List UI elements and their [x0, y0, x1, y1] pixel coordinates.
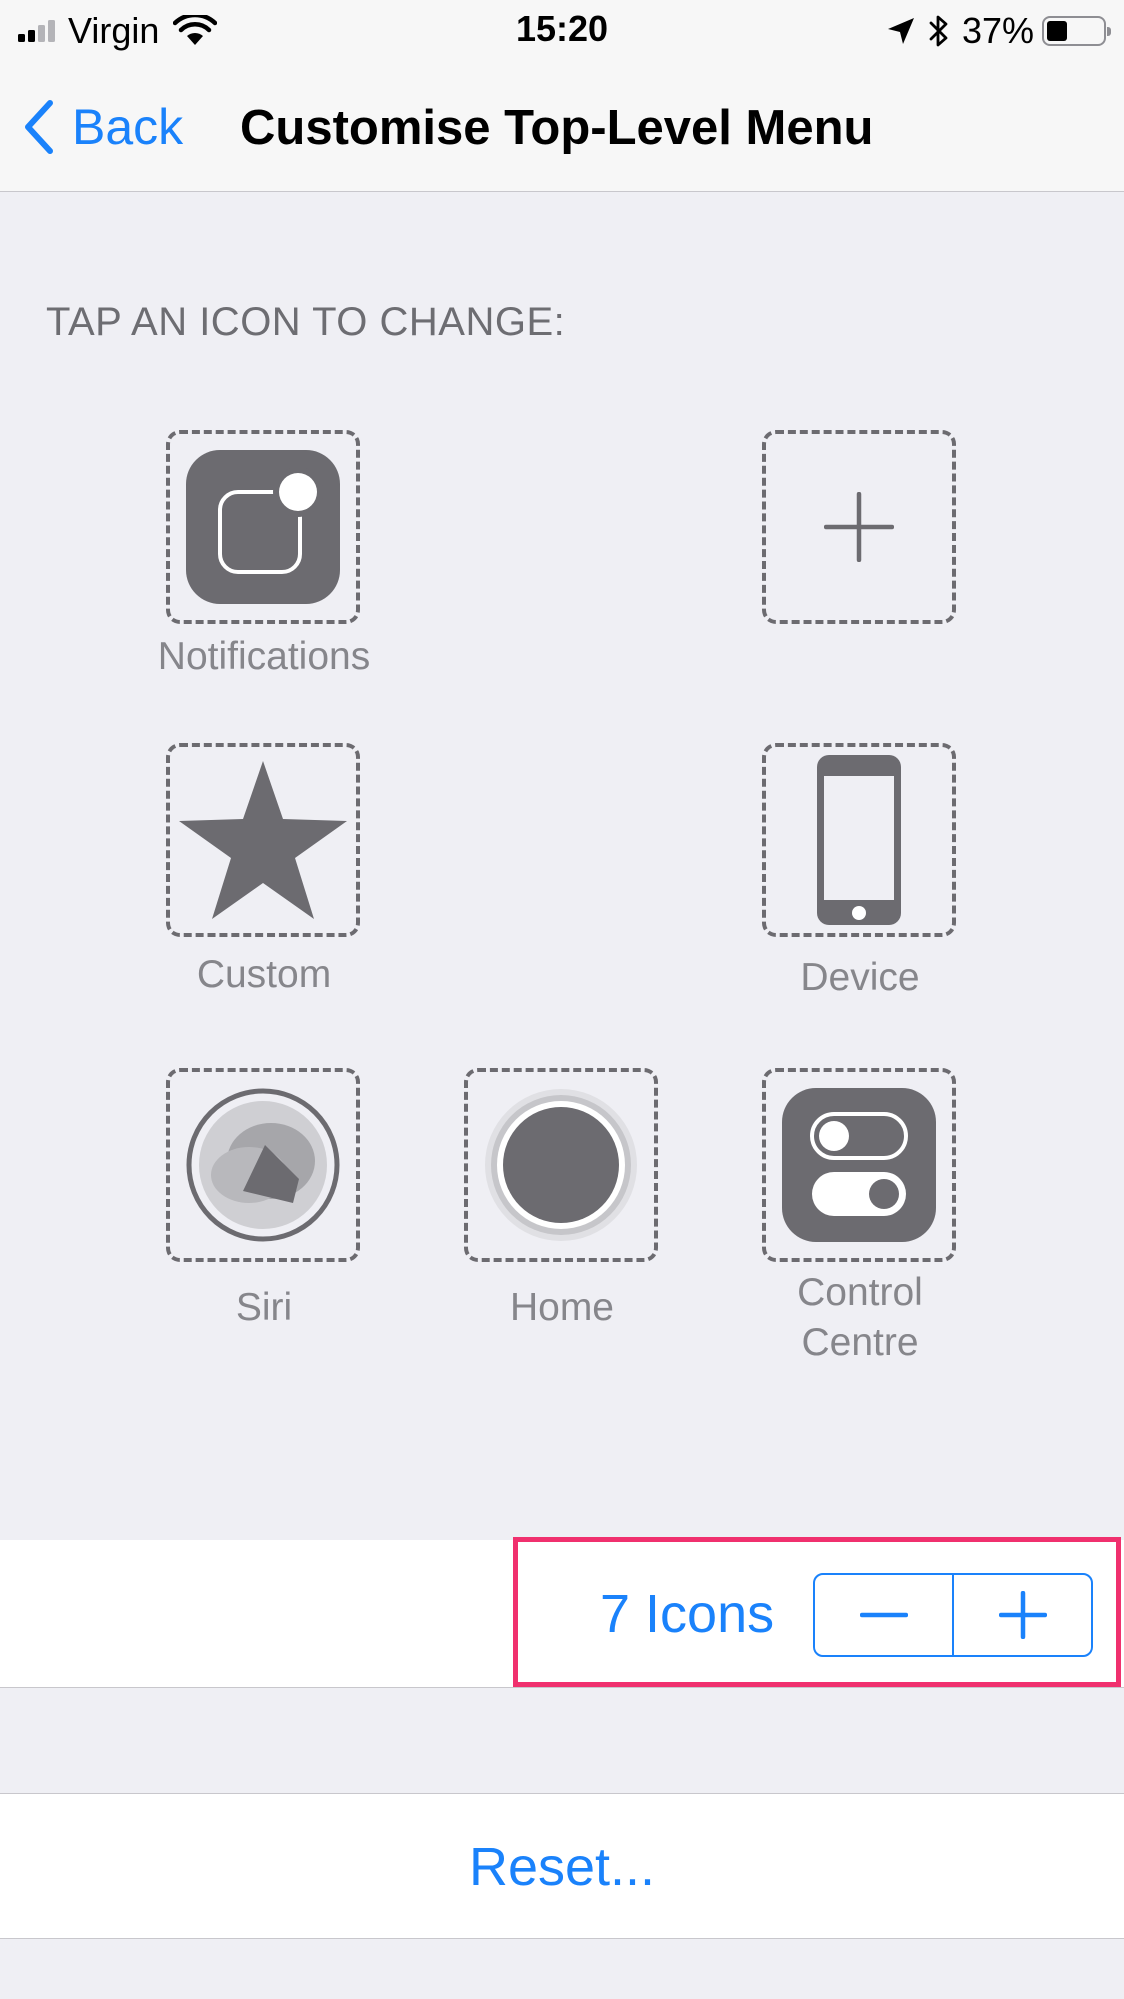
- chevron-left-icon: [25, 100, 53, 154]
- control-centre-icon: [782, 1088, 936, 1242]
- icon-count-stepper[interactable]: [813, 1573, 1093, 1657]
- icon-label-siri: Siri: [235, 1286, 293, 1329]
- increment-button[interactable]: [952, 1575, 1091, 1655]
- icon-label-control-centre-line2: Centre: [801, 1321, 919, 1364]
- back-button[interactable]: Back: [22, 98, 183, 156]
- reset-button[interactable]: Reset...: [0, 1793, 1124, 1939]
- icon-slot-device[interactable]: [762, 743, 956, 937]
- back-label: Back: [72, 99, 184, 155]
- icon-slot-control-centre[interactable]: [762, 1068, 956, 1262]
- icon-label-home: Home: [509, 1286, 615, 1329]
- siri-icon: [186, 1088, 340, 1242]
- battery-icon: [1042, 16, 1111, 46]
- icon-label-notifications: Notifications: [157, 635, 371, 678]
- decrement-button[interactable]: [815, 1575, 952, 1655]
- icon-slot-notifications[interactable]: [166, 430, 360, 624]
- status-right: 37%: [886, 10, 1111, 52]
- battery-level-fill: [1047, 21, 1067, 41]
- page-title: Customise Top-Level Menu: [240, 101, 874, 155]
- icon-slot-custom[interactable]: [166, 743, 360, 937]
- icon-label-device: Device: [800, 956, 920, 999]
- minus-icon: [859, 1612, 908, 1618]
- star-icon: [179, 761, 347, 919]
- home-button-icon: [485, 1089, 637, 1241]
- plus-icon: [824, 492, 894, 562]
- icon-label-custom: Custom: [196, 953, 332, 996]
- icon-slot-home[interactable]: [464, 1068, 658, 1262]
- location-arrow-icon: [887, 18, 914, 44]
- status-bar: Virgin 15:20 37%: [0, 0, 1124, 62]
- battery-nub: [1107, 27, 1111, 36]
- section-header: TAP AN ICON TO CHANGE:: [46, 300, 566, 344]
- battery-percent: 37%: [961, 10, 1034, 51]
- icon-label-control-centre-line1: Control: [797, 1271, 923, 1314]
- icon-count-label: 7 Icons: [600, 1584, 775, 1644]
- plus-icon: [998, 1591, 1047, 1639]
- icon-slot-siri[interactable]: [166, 1068, 360, 1262]
- bluetooth-icon: [929, 15, 948, 47]
- navigation-bar: Back Customise Top-Level Menu: [0, 62, 1124, 192]
- icon-label-control-centre: Control Centre: [710, 1268, 1010, 1368]
- icon-slot-add[interactable]: [762, 430, 956, 624]
- iphone-icon: [817, 755, 901, 925]
- notifications-icon: [186, 450, 340, 604]
- reset-label: Reset...: [468, 1837, 656, 1897]
